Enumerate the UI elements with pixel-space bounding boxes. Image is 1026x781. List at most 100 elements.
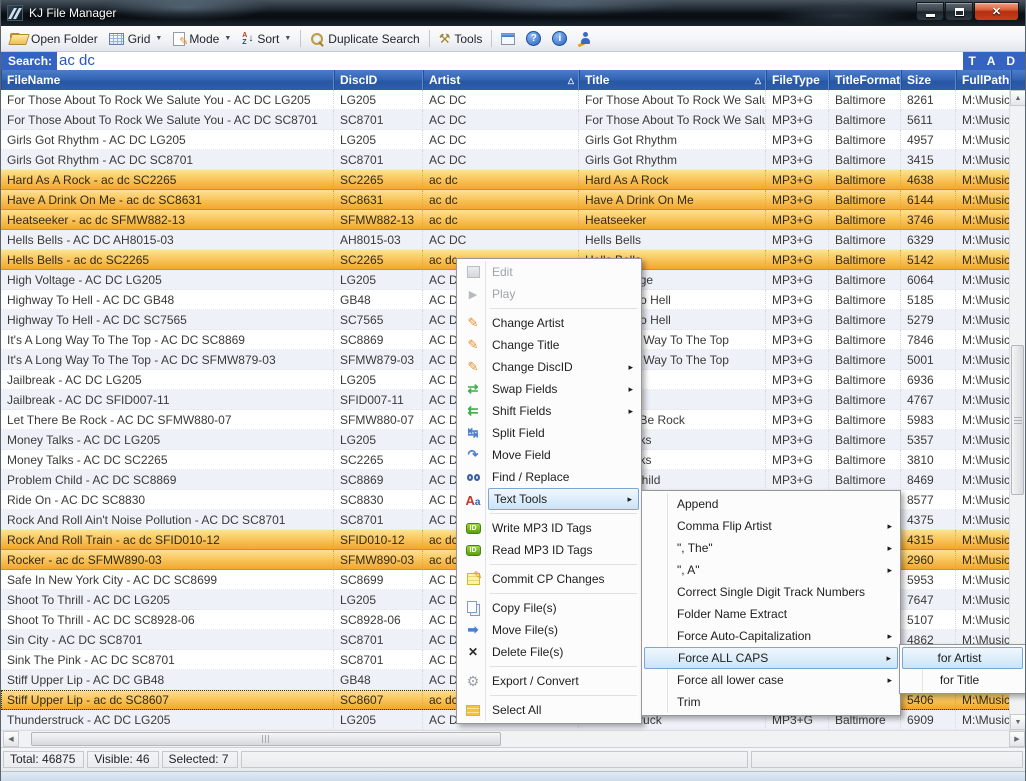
cell-discid: SFMW880-07: [334, 410, 423, 430]
menu-item-force-all-caps[interactable]: Force ALL CAPS▸: [644, 647, 898, 669]
menu-item-shift-fields[interactable]: ⇇Shift Fields▸: [459, 400, 639, 422]
toolbar-label: Sort: [257, 32, 279, 46]
menu-item-swap-fields[interactable]: ⇄Swap Fields▸: [459, 378, 639, 400]
column-header-filename[interactable]: FileName: [1, 70, 334, 90]
scroll-left-button[interactable]: ◀: [3, 731, 19, 747]
menu-item-trim[interactable]: Trim: [644, 691, 898, 713]
cell-filename: Hells Bells - ac dc SC2265: [1, 250, 334, 270]
column-header-filetype[interactable]: FileType: [766, 70, 829, 90]
menu-item-select-all[interactable]: Select All: [459, 699, 639, 721]
scroll-right-button[interactable]: ▶: [1009, 731, 1025, 747]
menu-item-text-tools[interactable]: AaText Tools▸: [488, 488, 639, 510]
toolbar-button-tools[interactable]: ⚒Tools: [434, 30, 488, 48]
menu-item-label: Text Tools: [494, 492, 547, 506]
toolbar-button-properties-icon[interactable]: [496, 31, 520, 47]
cell-size: 5107: [901, 610, 956, 630]
menu-item-delete-file-s[interactable]: ✕Delete File(s): [459, 641, 639, 663]
column-header-title[interactable]: Title△: [579, 70, 766, 90]
menu-item-export-convert[interactable]: ⚙Export / Convert: [459, 670, 639, 692]
menu-separator: [490, 695, 637, 696]
cell-filename: Stiff Upper Lip - AC DC GB48: [1, 670, 334, 690]
toolbar-button-user-permissions-icon[interactable]: [573, 30, 597, 48]
close-button[interactable]: ✕: [974, 2, 1019, 21]
column-header-fullpath[interactable]: FullPath: [956, 70, 1011, 90]
cell-fullpath: M:\Music: [956, 90, 1011, 110]
cell-title: For Those About To Rock We Salute You: [579, 90, 766, 110]
menu-item-force-auto-capitalization[interactable]: Force Auto-Capitalization▸: [644, 625, 898, 647]
toolbar-button-duplicate-search[interactable]: Duplicate Search: [305, 30, 424, 48]
cell-discid: LG205: [334, 270, 423, 290]
vertical-scrollbar-thumb[interactable]: [1011, 345, 1024, 495]
cell-artist: AC DC: [423, 130, 579, 150]
cell-artist: AC DC: [423, 90, 579, 110]
cell-filetype: MP3+G: [766, 370, 829, 390]
column-header-artist[interactable]: Artist△: [423, 70, 579, 90]
menu-item-read-mp3-id-tags[interactable]: IDRead MP3 ID Tags: [459, 539, 639, 561]
column-header-size[interactable]: Size: [901, 70, 956, 90]
cell-size: 5983: [901, 410, 956, 430]
menu-item-correct-single-digit-track-numbers[interactable]: Correct Single Digit Track Numbers: [644, 581, 898, 603]
toolbar-button-help-icon[interactable]: ?: [521, 29, 546, 48]
table-row[interactable]: Hells Bells - AC DC AH8015-03AH8015-03AC…: [1, 230, 1011, 250]
cell-filename: Thunderstruck - AC DC LG205: [1, 710, 334, 730]
menu-item-force-all-lower-case[interactable]: Force all lower case▸: [644, 669, 898, 691]
table-row[interactable]: For Those About To Rock We Salute You - …: [1, 90, 1011, 110]
table-row[interactable]: Heatseeker - ac dc SFMW882-13SFMW882-13a…: [1, 210, 1011, 230]
menu-item-commit-cp-changes[interactable]: ✎Commit CP Changes: [459, 568, 639, 590]
titlebar[interactable]: KJ File Manager ✕: [1, 0, 1025, 26]
toolbar-button-mode[interactable]: ✎Mode▼: [168, 30, 236, 48]
toolbar-button-open-folder[interactable]: Open Folder: [5, 30, 103, 48]
menu-item-copy-file-s[interactable]: Copy File(s): [459, 597, 639, 619]
cell-filetype: MP3+G: [766, 410, 829, 430]
cell-filename: Heatseeker - ac dc SFMW882-13: [1, 210, 334, 230]
column-header-discid[interactable]: DiscID: [334, 70, 423, 90]
table-row[interactable]: Girls Got Rhythm - AC DC LG205LG205AC DC…: [1, 130, 1011, 150]
menu-item-write-mp3-id-tags[interactable]: IDWrite MP3 ID Tags: [459, 517, 639, 539]
menu-item-label: Force ALL CAPS: [678, 651, 768, 665]
cell-filename: Shoot To Thrill - AC DC SC8928-06: [1, 610, 334, 630]
menu-item-folder-name-extract[interactable]: Folder Name Extract: [644, 603, 898, 625]
menu-item-for-title[interactable]: for Title: [902, 669, 1023, 691]
caret-down-icon: ▼: [224, 35, 231, 42]
cell-discid: SC8699: [334, 570, 423, 590]
minimize-button[interactable]: [916, 2, 944, 21]
menu-item-find-replace[interactable]: Find / Replace: [459, 466, 639, 488]
cell-artist: AC DC: [423, 150, 579, 170]
maximize-button[interactable]: [945, 2, 973, 21]
text-tools-icon: Aa: [466, 493, 481, 508]
toolbar-button-grid[interactable]: Grid▼: [104, 30, 168, 48]
cell-titleformat: Baltimore: [829, 230, 901, 250]
table-row[interactable]: For Those About To Rock We Salute You - …: [1, 110, 1011, 130]
menu-item-label: Change DiscID: [492, 360, 573, 374]
scroll-down-button[interactable]: ▼: [1010, 714, 1026, 730]
cell-filetype: MP3+G: [766, 450, 829, 470]
table-row[interactable]: Have A Drink On Me - ac dc SC8631SC8631a…: [1, 190, 1011, 210]
menu-item-change-discid[interactable]: ✎Change DiscID▸: [459, 356, 639, 378]
tad-buttons[interactable]: T A D: [963, 52, 1025, 70]
cell-filename: Highway To Hell - AC DC GB48: [1, 290, 334, 310]
menu-item-the[interactable]: ", The"▸: [644, 537, 898, 559]
horizontal-scrollbar-thumb[interactable]: [31, 732, 501, 746]
menu-item-for-artist[interactable]: for Artist: [902, 647, 1023, 669]
table-row[interactable]: Hard As A Rock - ac dc SC2265SC2265ac dc…: [1, 170, 1011, 190]
column-header-titleformat[interactable]: TitleFormat: [829, 70, 901, 90]
menu-item-move-file-s[interactable]: ➡Move File(s): [459, 619, 639, 641]
menu-item-split-field[interactable]: ↹Split Field: [459, 422, 639, 444]
menu-item-append[interactable]: Append: [644, 493, 898, 515]
menu-item-comma-flip-artist[interactable]: Comma Flip Artist▸: [644, 515, 898, 537]
menu-item-move-field[interactable]: ↷Move Field: [459, 444, 639, 466]
toolbar-button-sort[interactable]: AZ↓Sort▼: [237, 30, 296, 48]
scroll-up-button[interactable]: ▲: [1010, 90, 1026, 106]
column-header-filler: [1011, 70, 1025, 90]
search-input[interactable]: ac dc: [57, 53, 1025, 69]
toolbar-button-info-icon[interactable]: i: [547, 29, 572, 48]
table-row[interactable]: Girls Got Rhythm - AC DC SC8701SC8701AC …: [1, 150, 1011, 170]
menu-item-change-artist[interactable]: ✎Change Artist: [459, 312, 639, 334]
column-header-label: TitleFormat: [835, 73, 900, 87]
cell-discid: SFMW890-03: [334, 550, 423, 570]
caret-down-icon: ▼: [284, 35, 291, 42]
cell-filename: Sin City - AC DC SC8701: [1, 630, 334, 650]
menu-item-a[interactable]: ", A"▸: [644, 559, 898, 581]
cell-discid: AH8015-03: [334, 230, 423, 250]
menu-item-change-title[interactable]: ✎Change Title: [459, 334, 639, 356]
